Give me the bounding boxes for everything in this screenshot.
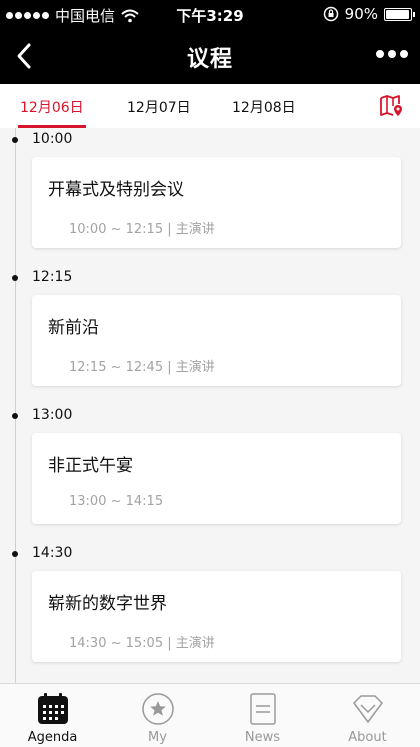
nav-bar: 议程	[0, 28, 420, 84]
document-icon	[250, 693, 276, 725]
tab-label: My	[148, 730, 167, 745]
timeline-line	[15, 128, 16, 683]
bottom-tab-bar: Agenda My News About	[0, 683, 420, 747]
battery-icon	[384, 7, 415, 21]
tab-my[interactable]: My	[105, 684, 210, 747]
page-title: 议程	[186, 47, 233, 72]
timeline-dot	[12, 275, 18, 281]
session-card[interactable]: 开幕式及特别会议 10:00 ~ 12:15 | 主演讲	[32, 157, 401, 248]
more-dots-icon[interactable]	[376, 50, 408, 58]
session-meta: 12:15 ~ 12:45 | 主演讲	[69, 360, 215, 375]
tab-label: News	[244, 730, 281, 745]
session-title: 崭新的数字世界	[48, 594, 167, 614]
date-tab-1[interactable]: 12月06日	[20, 97, 84, 117]
timeline-dot	[12, 137, 18, 143]
session-card[interactable]: 非正式午宴 13:00 ~ 14:15	[32, 433, 401, 524]
status-right: 90%	[323, 5, 415, 23]
date-tab-3[interactable]: 12月08日	[232, 97, 296, 117]
map-pin-icon[interactable]	[379, 94, 405, 118]
session-card[interactable]: 崭新的数字世界 14:30 ~ 15:05 | 主演讲	[32, 571, 401, 662]
slot-time: 13:00	[32, 407, 73, 423]
slot-time: 14:30	[32, 545, 73, 561]
timeline-dot	[12, 551, 18, 557]
tab-label: Agenda	[27, 730, 78, 745]
tab-news[interactable]: News	[210, 684, 315, 747]
rotation-lock-icon	[323, 6, 338, 22]
slot-time: 10:00	[32, 131, 73, 147]
session-title: 开幕式及特别会议	[48, 180, 184, 200]
tab-label: About	[348, 730, 387, 745]
session-meta: 13:00 ~ 14:15	[69, 494, 164, 509]
calendar-icon	[38, 693, 68, 724]
session-title: 新前沿	[48, 318, 99, 338]
tab-about[interactable]: About	[315, 684, 420, 747]
session-meta: 14:30 ~ 15:05 | 主演讲	[69, 636, 215, 651]
session-meta: 10:00 ~ 12:15 | 主演讲	[69, 222, 215, 237]
date-tabs: 12月06日 12月07日 12月08日	[0, 84, 420, 128]
battery-percent: 90%	[344, 5, 378, 23]
star-icon	[142, 693, 174, 725]
tab-agenda[interactable]: Agenda	[0, 684, 105, 747]
slot-time: 12:15	[32, 269, 73, 285]
diamond-icon	[353, 695, 383, 723]
session-card[interactable]: 新前沿 12:15 ~ 12:45 | 主演讲	[32, 295, 401, 386]
session-title: 非正式午宴	[48, 456, 133, 476]
status-bar: 中国电信 下午3:29 90%	[0, 0, 420, 28]
date-tab-2[interactable]: 12月07日	[127, 97, 191, 117]
timeline-dot	[12, 413, 18, 419]
agenda-timeline: 10:00 开幕式及特别会议 10:00 ~ 12:15 | 主演讲 12:15…	[0, 128, 420, 683]
